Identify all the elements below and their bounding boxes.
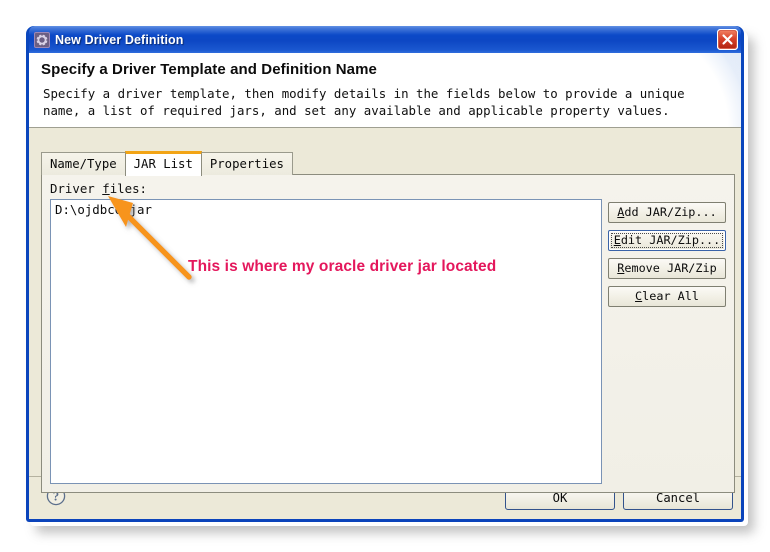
driver-files-listbox[interactable]: D:\ojdbc6.jar [50, 199, 602, 484]
page-description: Specify a driver template, then modify d… [43, 85, 685, 119]
driver-files-label-suffix: iles: [109, 181, 147, 196]
edit-jar-zip-button[interactable]: Edit JAR/Zip... [608, 230, 726, 251]
driver-files-label-mnemonic: f [102, 181, 110, 196]
edit-jar-zip-label: dit JAR/Zip... [620, 233, 721, 247]
tab-jar-list[interactable]: JAR List [124, 151, 202, 176]
list-item[interactable]: D:\ojdbc6.jar [51, 200, 601, 218]
remove-jar-zip-button[interactable]: Remove JAR/Zip [608, 258, 726, 279]
jar-list-tab-panel: Driver files: D:\ojdbc6.jar Add JAR/Zip.… [41, 174, 735, 493]
jar-actions-button-group: Add JAR/Zip... Edit JAR/Zip... Remove JA… [608, 202, 726, 314]
wizard-header-banner: Specify a Driver Template and Definition… [29, 53, 741, 128]
tab-name-type[interactable]: Name/Type [41, 152, 126, 175]
clear-all-label: lear All [642, 289, 699, 303]
new-driver-definition-dialog: New Driver Definition Specify a Driver T… [26, 26, 744, 522]
close-icon[interactable] [716, 28, 739, 51]
dialog-body: Specify a Driver Template and Definition… [29, 53, 741, 519]
tab-properties[interactable]: Properties [200, 152, 293, 175]
page-description-line-2: name, a list of required jars, and set a… [43, 103, 670, 118]
clear-all-button[interactable]: Clear All [608, 286, 726, 307]
add-jar-zip-button[interactable]: Add JAR/Zip... [608, 202, 726, 223]
driver-files-label: Driver files: [50, 181, 147, 196]
page-description-line-1: Specify a driver template, then modify d… [43, 86, 685, 101]
window-title: New Driver Definition [55, 32, 184, 47]
add-jar-zip-label: dd JAR/Zip... [624, 205, 717, 219]
title-bar: New Driver Definition [29, 26, 741, 53]
tab-bar: Name/Type JAR List Properties [41, 151, 293, 176]
remove-jar-zip-label: emove JAR/Zip [624, 261, 717, 275]
gear-icon [34, 31, 50, 48]
driver-files-label-prefix: Driver [50, 181, 103, 196]
edit-jar-zip-mnemonic: E [613, 233, 621, 247]
page-title: Specify a Driver Template and Definition… [41, 61, 377, 78]
